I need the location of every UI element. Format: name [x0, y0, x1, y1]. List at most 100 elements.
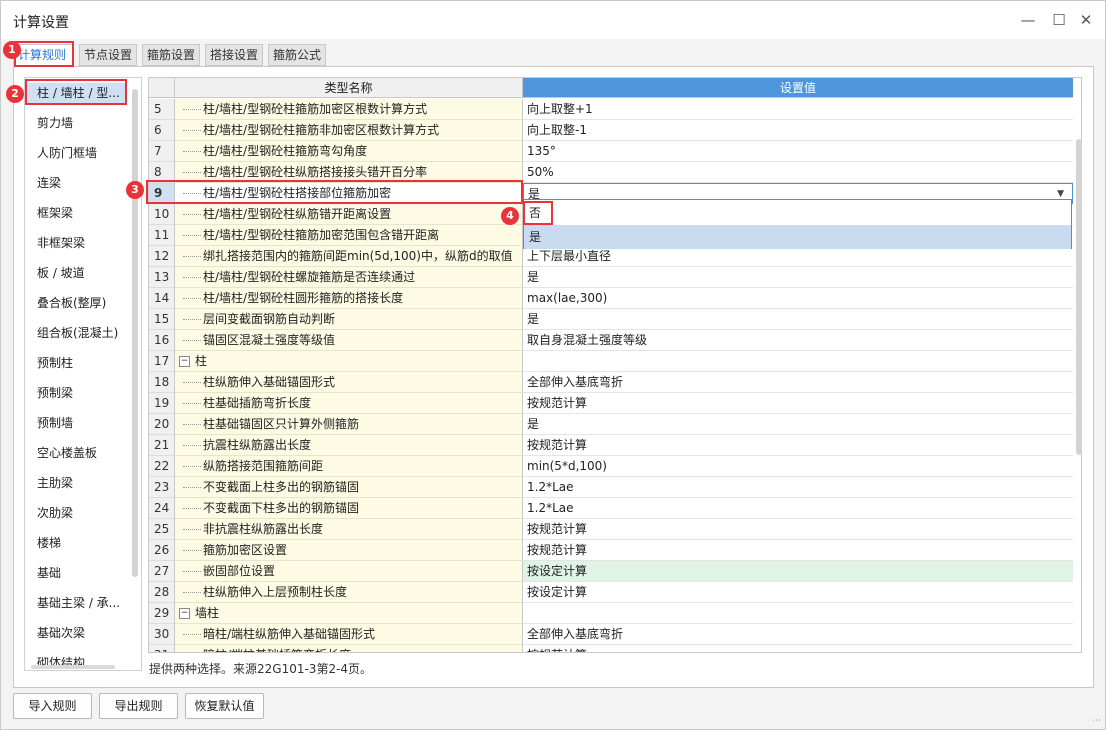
row-value[interactable]: 是 — [523, 309, 1073, 330]
row-value[interactable] — [523, 603, 1073, 624]
row-value[interactable]: 50% — [523, 162, 1073, 183]
close-icon[interactable]: ✕ — [1076, 10, 1096, 30]
restore-defaults-button[interactable]: 恢复默认值 — [185, 693, 264, 719]
row-value[interactable]: 1.2*Lae — [523, 477, 1073, 498]
row-value[interactable]: 是 — [523, 414, 1073, 435]
tree-connector — [183, 319, 201, 320]
row-name: 纵筋搭接范围箍筋间距 — [203, 459, 324, 473]
tab-stirrup-formula[interactable]: 箍筋公式 — [268, 44, 326, 66]
grid-scrollbar[interactable] — [1076, 139, 1082, 455]
tab-stirrup-settings[interactable]: 箍筋设置 — [142, 44, 200, 66]
tab-node-settings[interactable]: 节点设置 — [79, 44, 137, 66]
sidebar-item[interactable]: 次肋梁 — [37, 503, 73, 523]
row-value[interactable]: 按规范计算 — [523, 393, 1073, 414]
table-row[interactable]: 31 暗柱/端柱基础插筋弯折长度 按规范计算 — [149, 645, 1073, 652]
sidebar-horizontal-scrollbar[interactable] — [31, 665, 115, 669]
row-value[interactable]: 按设定计算 — [523, 561, 1073, 582]
table-row[interactable]: 19 柱基础插筋弯折长度 按规范计算 — [149, 393, 1073, 414]
row-value[interactable]: 135° — [523, 141, 1073, 162]
table-row[interactable]: 30 暗柱/端柱纵筋伸入基础锚固形式 全部伸入基底弯折 — [149, 624, 1073, 645]
row-name-cell: 柱基础插筋弯折长度 — [175, 393, 523, 414]
table-row[interactable]: 5 柱/墙柱/型钢砼柱箍筋加密区根数计算方式 向上取整+1 — [149, 99, 1073, 120]
table-row[interactable]: 16 锚固区混凝土强度等级值 取自身混凝土强度等级 — [149, 330, 1073, 351]
collapse-icon[interactable]: − — [179, 356, 190, 367]
row-value[interactable]: 1.2*Lae — [523, 498, 1073, 519]
sidebar-item[interactable]: 组合板(混凝土) — [37, 323, 118, 343]
sidebar-item[interactable]: 空心楼盖板 — [37, 443, 97, 463]
table-row[interactable]: 22 纵筋搭接范围箍筋间距 min(5*d,100) — [149, 456, 1073, 477]
row-value[interactable]: 上下层最小直径 — [523, 246, 1073, 267]
table-row[interactable]: 12 绑扎搭接范围内的箍筋间距min(5d,100)中，纵筋d的取值 上下层最小直径 — [149, 246, 1073, 267]
table-row[interactable]: 8 柱/墙柱/型钢砼柱纵筋搭接接头错开百分率 50% — [149, 162, 1073, 183]
sidebar-item[interactable]: 框架梁 — [37, 203, 73, 223]
row-value[interactable]: 按规范计算 — [523, 540, 1073, 561]
window-title: 计算设置 — [13, 15, 69, 31]
table-row[interactable]: 26 箍筋加密区设置 按规范计算 — [149, 540, 1073, 561]
row-value[interactable]: max(lae,300) — [523, 288, 1073, 309]
sidebar-item[interactable]: 基础主梁 / 承... — [37, 593, 120, 613]
import-rules-button[interactable]: 导入规则 — [13, 693, 92, 719]
dropdown-option-no[interactable]: 否 — [524, 201, 1071, 225]
sidebar-item[interactable]: 楼梯 — [37, 533, 61, 553]
row-number: 18 — [149, 372, 175, 393]
row-value[interactable]: 向上取整+1 — [523, 99, 1073, 120]
table-row[interactable]: 28 柱纵筋伸入上层预制柱长度 按设定计算 — [149, 582, 1073, 603]
table-row[interactable]: 6 柱/墙柱/型钢砼柱箍筋非加密区根数计算方式 向上取整-1 — [149, 120, 1073, 141]
sidebar-item[interactable]: 非框架梁 — [37, 233, 85, 253]
table-row[interactable]: 27 嵌固部位设置 按设定计算 — [149, 561, 1073, 582]
row-value-text: 向上取整-1 — [527, 123, 587, 137]
row-value[interactable]: 按规范计算 — [523, 435, 1073, 456]
row-value[interactable]: 按规范计算 — [523, 519, 1073, 540]
sidebar-item-column[interactable]: 柱 / 墙柱 / 型... — [27, 83, 127, 103]
row-value[interactable] — [523, 351, 1073, 372]
tree-connector — [183, 130, 201, 131]
sidebar-item[interactable]: 基础次梁 — [37, 623, 85, 643]
table-row[interactable]: 14 柱/墙柱/型钢砼柱圆形箍筋的搭接长度 max(lae,300) — [149, 288, 1073, 309]
minimize-icon[interactable]: — — [1018, 10, 1038, 30]
table-row[interactable]: 21 抗震柱纵筋露出长度 按规范计算 — [149, 435, 1073, 456]
table-row[interactable]: 24 不变截面下柱多出的钢筋锚固 1.2*Lae — [149, 498, 1073, 519]
table-row[interactable]: 17− 柱 — [149, 351, 1073, 372]
table-row[interactable]: 13 柱/墙柱/型钢砼柱螺旋箍筋是否连续通过 是 — [149, 267, 1073, 288]
row-value[interactable]: 向上取整-1 — [523, 120, 1073, 141]
table-row[interactable]: 7 柱/墙柱/型钢砼柱箍筋弯勾角度 135° — [149, 141, 1073, 162]
resize-grip-icon[interactable]: ⋯ — [1092, 716, 1101, 726]
tree-connector — [183, 193, 201, 194]
row-number: 16 — [149, 330, 175, 351]
row-value[interactable]: 是 — [523, 267, 1073, 288]
sidebar-scrollbar[interactable] — [132, 89, 138, 577]
table-row[interactable]: 15 层间变截面钢筋自动判断 是 — [149, 309, 1073, 330]
sidebar-item[interactable]: 主肋梁 — [37, 473, 73, 493]
export-rules-button[interactable]: 导出规则 — [99, 693, 178, 719]
row-value[interactable]: min(5*d,100) — [523, 456, 1073, 477]
sidebar-item[interactable]: 剪力墙 — [37, 113, 73, 133]
row-name-cell: − 墙柱 — [175, 603, 523, 624]
tab-lap-settings[interactable]: 搭接设置 — [205, 44, 263, 66]
table-row[interactable]: 29− 墙柱 — [149, 603, 1073, 624]
tab-calc-rules[interactable]: 计算规则 — [13, 44, 73, 66]
annotation-marker-3: 3 — [126, 181, 144, 199]
sidebar-item[interactable]: 预制墙 — [37, 413, 73, 433]
maximize-icon[interactable]: ☐ — [1049, 10, 1069, 30]
sidebar-item[interactable]: 预制梁 — [37, 383, 73, 403]
dropdown-option-yes[interactable]: 是 — [524, 225, 1071, 249]
row-value[interactable]: 按规范计算 — [523, 645, 1073, 652]
sidebar-item[interactable]: 基础 — [37, 563, 61, 583]
row-value[interactable]: 按设定计算 — [523, 582, 1073, 603]
sidebar-item[interactable]: 板 / 坡道 — [37, 263, 85, 283]
row-name: 层间变截面钢筋自动判断 — [203, 312, 336, 326]
sidebar-item[interactable]: 人防门框墙 — [37, 143, 97, 163]
table-row[interactable]: 23 不变截面上柱多出的钢筋锚固 1.2*Lae — [149, 477, 1073, 498]
row-value-text: 取自身混凝土强度等级 — [527, 333, 648, 347]
row-value-text: 按规范计算 — [527, 543, 588, 557]
table-row[interactable]: 18 柱纵筋伸入基础锚固形式 全部伸入基底弯折 — [149, 372, 1073, 393]
sidebar-item[interactable]: 预制柱 — [37, 353, 73, 373]
row-value[interactable]: 全部伸入基底弯折 — [523, 624, 1073, 645]
row-value[interactable]: 全部伸入基底弯折 — [523, 372, 1073, 393]
table-row[interactable]: 20 柱基础锚固区只计算外侧箍筋 是 — [149, 414, 1073, 435]
sidebar-item[interactable]: 连梁 — [37, 173, 61, 193]
collapse-icon[interactable]: − — [179, 608, 190, 619]
table-row[interactable]: 25 非抗震柱纵筋露出长度 按规范计算 — [149, 519, 1073, 540]
sidebar-item[interactable]: 叠合板(整厚) — [37, 293, 106, 313]
row-value[interactable]: 取自身混凝土强度等级 — [523, 330, 1073, 351]
